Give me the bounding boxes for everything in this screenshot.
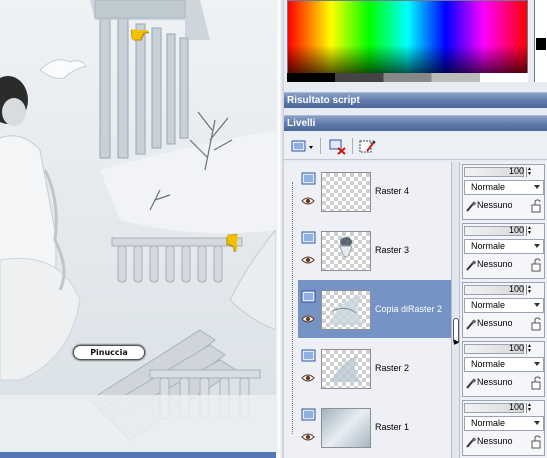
layer-row-copia-di-raster-2[interactable]: Copia diRaster 2 (298, 280, 451, 338)
opacity-value: 100 (509, 166, 525, 176)
canvas-bottom-border (0, 452, 276, 458)
brush-icon[interactable] (465, 437, 477, 449)
mask-value: Nessuno (477, 436, 513, 446)
opacity-value: 100 (509, 402, 525, 412)
brush-icon[interactable] (465, 319, 477, 331)
delete-layer-button[interactable] (326, 136, 348, 156)
blend-mode-value: Normale (471, 182, 506, 192)
layers-splitter[interactable]: ▶ (451, 162, 460, 458)
blend-mode-value: Normale (471, 418, 506, 428)
layer-props-copia-di-raster-2: 100 ▲ ▼ Normale Nessuno (462, 282, 545, 338)
lock-icon[interactable] (529, 199, 543, 213)
layers-panel-title[interactable]: Livelli (284, 115, 547, 131)
new-layer-button[interactable] (288, 136, 316, 156)
blend-mode-value: Normale (471, 241, 506, 251)
visibility-eye-icon[interactable] (301, 373, 315, 383)
chevron-down-icon (534, 421, 540, 425)
layer-properties-column: 100 ▲ ▼ Normale Nessuno 100 ▲ ▼ Normale Ne… (460, 162, 547, 458)
layer-row-raster-2[interactable]: Raster 2 (298, 339, 451, 397)
layer-row-raster-3[interactable]: Raster 3 (298, 221, 451, 279)
blend-mode-select[interactable]: Normale (464, 180, 544, 195)
raster-layer-icon (301, 231, 316, 244)
layer-thumbnail (321, 290, 371, 330)
layer-row-raster-1[interactable]: Raster 1 (298, 398, 451, 456)
raster-layer-icon (301, 349, 316, 362)
chevron-down-icon (534, 303, 540, 307)
layer-properties-button[interactable] (356, 136, 378, 156)
raster-layer-icon (301, 408, 316, 421)
palette-side-swatches[interactable] (534, 0, 547, 82)
grayscale-swatches[interactable] (287, 73, 528, 82)
layer-properties-icon (359, 140, 376, 153)
delete-layer-icon (329, 139, 346, 155)
opacity-spinner[interactable]: ▲ ▼ (526, 226, 532, 236)
brush-icon[interactable] (465, 201, 477, 213)
watermark-label: Pinuccia (73, 345, 145, 360)
pointing-hand-icon: ☛ (130, 22, 150, 47)
artwork (0, 0, 276, 458)
layer-props-raster-2: 100 ▲ ▼ Normale Nessuno (462, 341, 545, 397)
color-palette[interactable] (287, 0, 528, 82)
lock-icon[interactable] (529, 317, 543, 331)
blend-mode-select[interactable]: Normale (464, 357, 544, 372)
layer-name: Raster 1 (375, 422, 410, 432)
blend-mode-select[interactable]: Normale (464, 298, 544, 313)
mask-value: Nessuno (477, 259, 513, 269)
chevron-down-icon (534, 362, 540, 366)
blend-mode-value: Normale (471, 300, 506, 310)
visibility-eye-icon[interactable] (301, 255, 315, 265)
toolbar-separator (352, 138, 353, 154)
opacity-value: 100 (509, 343, 525, 353)
visibility-eye-icon[interactable] (301, 432, 315, 442)
layer-name: Raster 4 (375, 186, 410, 196)
mask-value: Nessuno (477, 318, 513, 328)
lock-icon[interactable] (529, 258, 543, 272)
opacity-spinner[interactable]: ▲ ▼ (526, 403, 532, 413)
opacity-spinner[interactable]: ▲ ▼ (526, 285, 532, 295)
right-panel: Risultato script Livelli Raster 4 Raster… (284, 0, 547, 458)
opacity-spinner[interactable]: ▲ ▼ (526, 344, 532, 354)
layer-props-raster-1: 100 ▲ ▼ Normale Nessuno (462, 400, 545, 456)
brush-icon[interactable] (465, 260, 477, 272)
black-swatch[interactable] (536, 38, 546, 50)
layer-thumbnail (321, 231, 371, 271)
layer-thumbnail (321, 349, 371, 389)
panel-divider[interactable] (276, 0, 284, 458)
layer-props-raster-4: 100 ▲ ▼ Normale Nessuno (462, 164, 545, 220)
opacity-spinner[interactable]: ▲ ▼ (526, 167, 532, 177)
layer-thumbnail (321, 172, 371, 212)
lock-icon[interactable] (529, 435, 543, 449)
raster-layer-icon (301, 290, 316, 303)
group-tree-line (292, 182, 293, 434)
raster-layer-icon (301, 172, 316, 185)
layer-name: Raster 2 (375, 363, 410, 373)
layer-thumbnail (321, 408, 371, 448)
mask-value: Nessuno (477, 200, 513, 210)
mask-value: Nessuno (477, 377, 513, 387)
blend-mode-select[interactable]: Normale (464, 416, 544, 431)
visibility-eye-icon[interactable] (301, 196, 315, 206)
layer-name: Copia diRaster 2 (375, 304, 443, 314)
brush-icon[interactable] (465, 378, 477, 390)
opacity-value: 100 (509, 225, 525, 235)
blend-mode-value: Normale (471, 359, 506, 369)
opacity-value: 100 (509, 284, 525, 294)
blend-mode-select[interactable]: Normale (464, 239, 544, 254)
layer-row-raster-4[interactable]: Raster 4 (298, 162, 451, 220)
chevron-down-icon (534, 185, 540, 189)
lock-icon[interactable] (529, 376, 543, 390)
layer-props-raster-3: 100 ▲ ▼ Normale Nessuno (462, 223, 545, 279)
chevron-down-icon (534, 244, 540, 248)
layer-name: Raster 3 (375, 245, 410, 255)
layers-list: Raster 4 Raster 3 Copia diRaster 2 Raste… (284, 162, 451, 458)
image-canvas[interactable]: ☛ ☛ Pinuccia (0, 0, 276, 458)
new-layer-icon (291, 140, 313, 152)
layers-toolbar (284, 132, 547, 160)
pointing-hand-icon: ☛ (219, 233, 245, 253)
visibility-eye-icon[interactable] (301, 314, 315, 324)
toolbar-separator (320, 138, 321, 154)
splitter-arrow-icon[interactable]: ▶ (454, 338, 459, 346)
script-result-title[interactable]: Risultato script (284, 92, 547, 108)
